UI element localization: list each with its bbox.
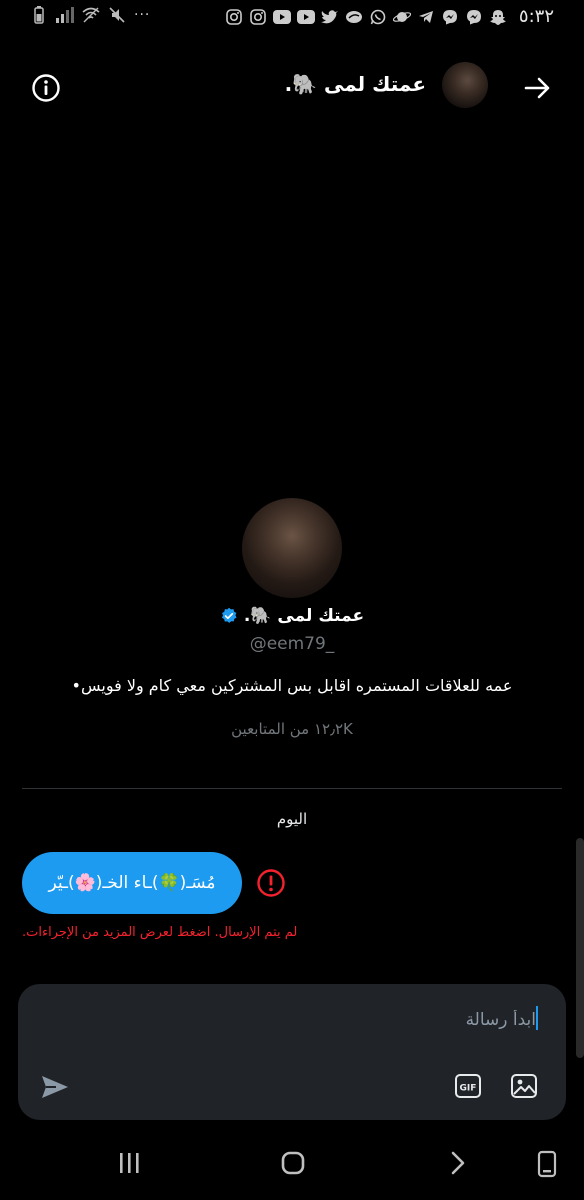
status-left-group: ··· [30, 6, 150, 24]
snapchat-icon [489, 8, 507, 26]
phone-icon [537, 1150, 557, 1178]
send-error-icon[interactable] [256, 868, 286, 898]
pin-icon [345, 8, 363, 26]
info-icon [32, 74, 60, 102]
conversation-title[interactable]: عمتك لمى 🐘. [285, 72, 426, 96]
battery-icon [30, 6, 48, 24]
divider [22, 788, 562, 789]
verified-badge-icon [221, 607, 237, 623]
text-cursor [536, 1006, 538, 1030]
planet-icon [392, 8, 411, 26]
gif-label: GIF [460, 1084, 477, 1094]
info-button[interactable] [28, 70, 64, 106]
image-icon [511, 1074, 537, 1098]
instagram-icon [225, 8, 243, 26]
send-error-message[interactable]: لم يتم الإرسال. اضغط لعرض المزيد من الإج… [22, 925, 297, 940]
profile-bio: عمه للعلاقات المستمره اقابل بس المشتركين… [71, 676, 513, 695]
image-button[interactable] [510, 1072, 538, 1100]
recent-apps-icon [120, 1153, 139, 1173]
day-label: اليوم [276, 810, 308, 828]
gif-button[interactable]: GIF [454, 1072, 482, 1100]
send-button[interactable] [38, 1072, 72, 1102]
chevron-right-icon [451, 1151, 465, 1175]
nav-back-button[interactable] [446, 1150, 470, 1176]
status-right-group: ٥:٣٢ [225, 6, 554, 27]
youtube-icon [272, 8, 291, 26]
more-dots-icon: ··· [134, 7, 151, 23]
recent-apps-button[interactable] [114, 1150, 144, 1176]
message-input[interactable] [194, 1004, 538, 1036]
instagram-icon [249, 8, 267, 26]
wifi-icon [82, 6, 100, 24]
messenger-icon [441, 8, 459, 26]
home-button[interactable] [280, 1150, 306, 1176]
profile-handle: @eem79_ [249, 634, 335, 654]
followers-count: ١٢٫٢K من المتابعين [231, 720, 353, 738]
back-button[interactable] [520, 70, 556, 106]
message-bubble[interactable]: مُسَـ(🍀)ـاء الخـ(🌸)ـيّر [22, 852, 242, 914]
mute-icon [108, 6, 126, 24]
twitter-icon [320, 8, 339, 26]
profile-name-row: عمتك لمى 🐘. [0, 606, 584, 626]
telegram-icon [417, 8, 435, 26]
screen-toggle-button[interactable] [536, 1150, 558, 1178]
clock-time: ٥:٣٢ [518, 6, 554, 27]
status-bar: ··· ٥:٣٢ [0, 0, 584, 36]
header-avatar[interactable] [442, 62, 488, 108]
whatsapp-icon [369, 8, 387, 26]
home-icon [281, 1151, 305, 1175]
send-icon [42, 1076, 68, 1098]
signal-icon [56, 6, 74, 24]
profile-avatar[interactable] [242, 498, 342, 598]
scrollbar[interactable] [576, 838, 584, 1058]
arrow-right-icon [524, 77, 550, 99]
youtube-icon [296, 8, 315, 26]
messenger-icon [465, 8, 483, 26]
profile-name: عمتك لمى 🐘. [243, 606, 365, 626]
